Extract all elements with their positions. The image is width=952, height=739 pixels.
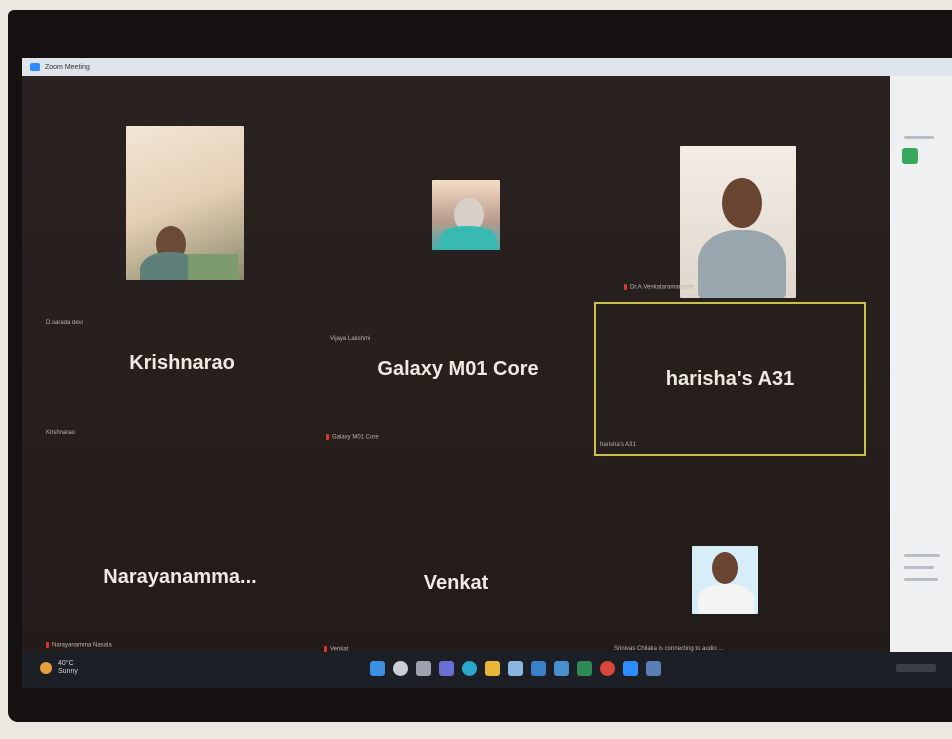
taskbar-icons <box>370 661 669 676</box>
chrome-icon[interactable] <box>600 661 615 676</box>
zoom-meeting-window: Zoom Meeting D.sarada devi Vijaya Lakshm… <box>22 58 952 658</box>
app-icon[interactable] <box>646 661 661 676</box>
task-view-icon[interactable] <box>416 661 431 676</box>
chat-icon[interactable] <box>439 661 454 676</box>
participant-tile[interactable]: Galaxy M01 Core Galaxy M01 Core <box>312 282 602 452</box>
participant-tile[interactable]: harisha's A31 harisha's A31 <box>594 282 866 456</box>
participant-name: Krishnarao <box>46 430 76 436</box>
participant-name: Galaxy M01 Core <box>326 434 379 441</box>
zoom-app-icon <box>30 63 40 71</box>
muted-mic-icon <box>46 642 49 648</box>
store-icon[interactable] <box>508 661 523 676</box>
participant-display-name: Krishnarao <box>129 352 235 374</box>
participant-display-name: harisha's A31 <box>665 368 795 390</box>
participant-photo <box>692 546 758 614</box>
participant-name: Narayanamma Nasala <box>46 642 112 649</box>
edge-icon[interactable] <box>462 661 477 676</box>
participant-name: harisha's A31 <box>600 442 636 448</box>
weather-widget[interactable]: 40°C Sunny <box>40 660 78 676</box>
excel-icon[interactable] <box>577 661 592 676</box>
file-explorer-icon[interactable] <box>485 661 500 676</box>
search-icon[interactable] <box>393 661 408 676</box>
participant-video <box>126 126 244 280</box>
avatar <box>902 148 918 164</box>
weather-description: Sunny <box>58 668 78 675</box>
participant-tile[interactable]: D.sarada devi <box>22 76 312 326</box>
participant-tile[interactable]: Dr.A.Venkataramanaiah <box>602 76 890 298</box>
participant-video <box>680 146 796 298</box>
window-titlebar: Zoom Meeting <box>22 58 952 76</box>
participant-tile[interactable]: Vijaya Lakshmi <box>312 76 602 342</box>
system-tray[interactable] <box>896 664 936 672</box>
participant-display-name: Narayanamma... <box>103 566 257 588</box>
window-title: Zoom Meeting <box>45 63 90 71</box>
chat-side-panel[interactable] <box>890 76 952 656</box>
windows-taskbar: 40°C Sunny <box>22 652 952 688</box>
windows-start-icon[interactable] <box>370 661 385 676</box>
participant-display-name: Galaxy M01 Core <box>377 358 539 380</box>
gallery-view: D.sarada devi Vijaya Lakshmi Dr.A.Venkat… <box>22 76 890 658</box>
participant-display-name: Venkat <box>423 572 489 594</box>
participant-tile[interactable]: Narayanamma... Narayanamma Nasala <box>22 486 312 656</box>
sun-icon <box>40 662 52 674</box>
muted-mic-icon <box>326 434 329 440</box>
participant-tile[interactable]: Srinivas Chilaka is connecting to audio … <box>602 486 890 656</box>
zoom-icon[interactable] <box>623 661 638 676</box>
participant-tile[interactable]: Venkat Venkat <box>312 486 602 656</box>
participant-tile[interactable]: Krishnarao Krishnarao <box>22 282 312 452</box>
mail-icon[interactable] <box>531 661 546 676</box>
photos-icon[interactable] <box>554 661 569 676</box>
weather-temperature: 40°C <box>58 660 74 667</box>
participant-video <box>432 180 500 250</box>
